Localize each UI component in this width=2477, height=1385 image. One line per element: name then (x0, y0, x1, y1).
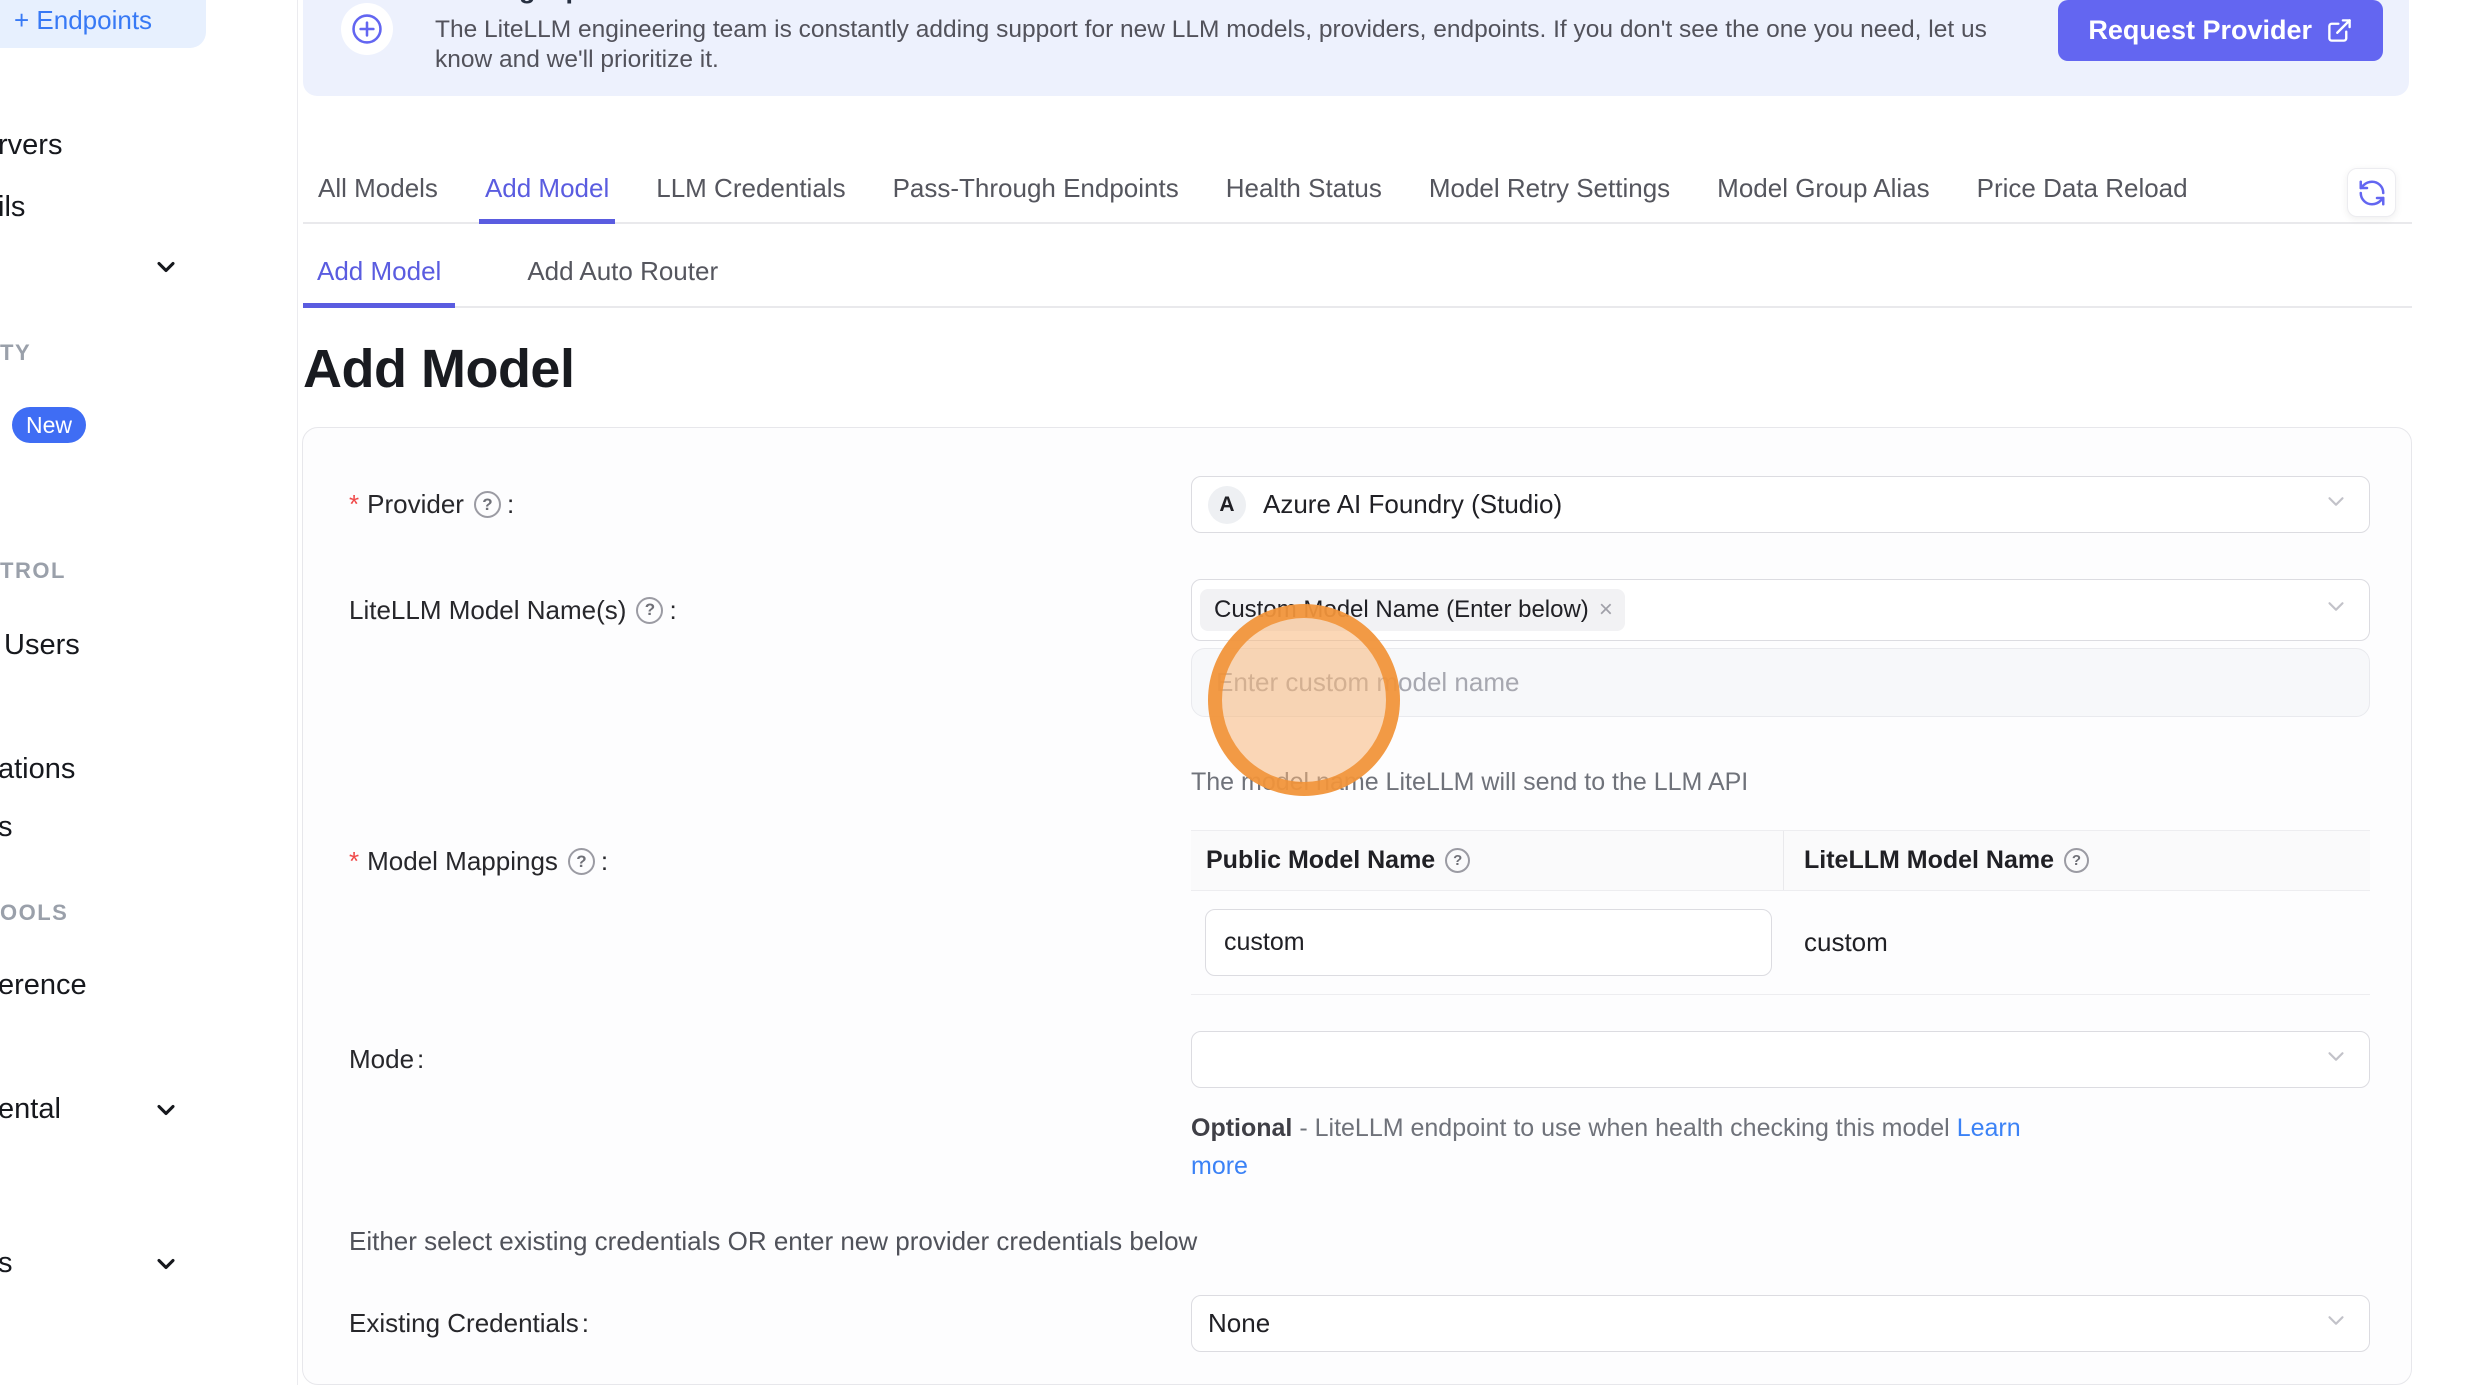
chevron-down-icon[interactable] (152, 1250, 180, 1278)
existing-credentials-row: Existing Credentials : None (303, 1295, 2411, 1352)
sidebar-item-s1[interactable]: s (0, 811, 13, 844)
model-names-label: LiteLLM Model Name(s) ? : (303, 579, 1191, 641)
subtab-add-model[interactable]: Add Model (303, 240, 455, 308)
litellm-model-name-value: custom (1804, 927, 1888, 958)
help-icon[interactable]: ? (474, 491, 501, 518)
model-mappings-table: Public Model Name ? LiteLLM Model Name ?… (1191, 830, 2370, 995)
external-link-icon (2326, 17, 2353, 44)
add-model-form-card: * Provider ? : A Azure AI Foundry (Studi… (302, 427, 2412, 1385)
circle-plus-icon (341, 3, 393, 55)
credentials-note: Either select existing credentials OR en… (303, 1226, 2411, 1257)
model-hub-tabs: All Models Add Model LLM Credentials Pas… (303, 163, 2412, 224)
banner-title: Missing a provider? (435, 0, 690, 5)
chevron-down-icon (2323, 1307, 2349, 1340)
provider-select[interactable]: A Azure AI Foundry (Studio) (1191, 476, 2370, 533)
existing-credentials-select[interactable]: None (1191, 1295, 2370, 1352)
tab-price-data-reload[interactable]: Price Data Reload (1971, 163, 2194, 224)
provider-row: * Provider ? : A Azure AI Foundry (Studi… (303, 476, 2411, 533)
sidebar-item-servers[interactable]: rvers (0, 129, 62, 162)
add-model-subtabs: Add Model Add Auto Router (303, 240, 2412, 308)
model-names-select[interactable]: Custom Model Name (Enter below) × (1191, 579, 2370, 641)
tab-model-retry-settings[interactable]: Model Retry Settings (1423, 163, 1676, 224)
help-icon[interactable]: ? (1445, 848, 1470, 873)
chevron-down-icon[interactable] (152, 253, 180, 281)
mode-select[interactable] (1191, 1031, 2370, 1088)
tab-add-model[interactable]: Add Model (479, 163, 615, 224)
existing-credentials-label: Existing Credentials : (303, 1295, 1191, 1352)
help-icon[interactable]: ? (2064, 848, 2089, 873)
sidebar-item-ils[interactable]: ils (0, 191, 25, 224)
sidebar-item-erence[interactable]: erence (0, 969, 87, 1002)
sidebar-section-ty: TY (0, 340, 31, 366)
tab-pass-through-endpoints[interactable]: Pass-Through Endpoints (887, 163, 1185, 224)
tab-all-models[interactable]: All Models (312, 163, 444, 224)
subtab-add-auto-router[interactable]: Add Auto Router (513, 240, 732, 308)
model-name-helper-text: The model name LiteLLM will send to the … (1191, 768, 2370, 797)
tab-model-group-alias[interactable]: Model Group Alias (1711, 163, 1935, 224)
chevron-down-icon (2323, 1043, 2349, 1076)
mode-label: Mode : (303, 1031, 1191, 1088)
new-badge: New (12, 407, 86, 443)
model-names-row: LiteLLM Model Name(s) ? : Custom Model N… (303, 579, 2411, 797)
sidebar-item-models-endpoints[interactable]: + Endpoints (0, 0, 206, 48)
refresh-icon (2357, 178, 2387, 208)
model-mappings-label: * Model Mappings ? : (303, 830, 1191, 877)
help-icon[interactable]: ? (636, 597, 663, 624)
sidebar-item-ental[interactable]: ental (0, 1093, 61, 1126)
required-mark: * (349, 846, 359, 877)
sidebar-item-label: + Endpoints (14, 5, 152, 36)
custom-model-name-input[interactable] (1191, 648, 2370, 717)
provider-label: * Provider ? : (303, 476, 1191, 533)
litellm-model-name-header: LiteLLM Model Name ? (1784, 831, 2092, 890)
public-model-name-header: Public Model Name ? (1191, 831, 1784, 890)
mode-helper-text: Optional - LiteLLM endpoint to use when … (1191, 1109, 2036, 1185)
tag-close-icon[interactable]: × (1599, 596, 1613, 624)
request-provider-button[interactable]: Request Provider (2058, 0, 2383, 61)
required-mark: * (349, 489, 359, 520)
mappings-data-row: custom (1191, 891, 2370, 994)
request-provider-label: Request Provider (2088, 15, 2312, 46)
tab-llm-credentials[interactable]: LLM Credentials (650, 163, 851, 224)
chevron-down-icon (2323, 594, 2349, 627)
mappings-header-row: Public Model Name ? LiteLLM Model Name ? (1191, 831, 2370, 891)
model-mappings-row: * Model Mappings ? : Public Model Name ?… (303, 830, 2411, 995)
add-model-page: + Endpoints rvers ils TY New TROL Users … (0, 0, 2477, 1385)
page-title: Add Model (303, 338, 574, 400)
sidebar-section-tools: OOLS (0, 900, 68, 926)
help-icon[interactable]: ? (568, 848, 595, 875)
sidebar-section-trol: TROL (0, 558, 66, 584)
chevron-down-icon[interactable] (152, 1096, 180, 1124)
sidebar-item-users[interactable]: Users (4, 629, 80, 662)
tab-health-status[interactable]: Health Status (1220, 163, 1388, 224)
provider-avatar: A (1208, 486, 1246, 524)
missing-provider-banner: Missing a provider? The LiteLLM engineer… (303, 0, 2409, 96)
sidebar-item-ations[interactable]: ations (0, 753, 75, 786)
public-model-name-input[interactable] (1205, 909, 1772, 976)
sidebar: + Endpoints rvers ils TY New TROL Users … (0, 0, 298, 1385)
provider-value: Azure AI Foundry (Studio) (1263, 489, 1562, 520)
refresh-button[interactable] (2347, 168, 2396, 217)
model-name-tag: Custom Model Name (Enter below) × (1200, 589, 1625, 631)
chevron-down-icon (2323, 488, 2349, 521)
mode-row: Mode : Optional - LiteLLM endpoint to us… (303, 1031, 2411, 1185)
banner-body: The LiteLLM engineering team is constant… (435, 15, 2035, 75)
sidebar-item-s2[interactable]: s (0, 1247, 13, 1280)
existing-credentials-value: None (1208, 1308, 1270, 1339)
